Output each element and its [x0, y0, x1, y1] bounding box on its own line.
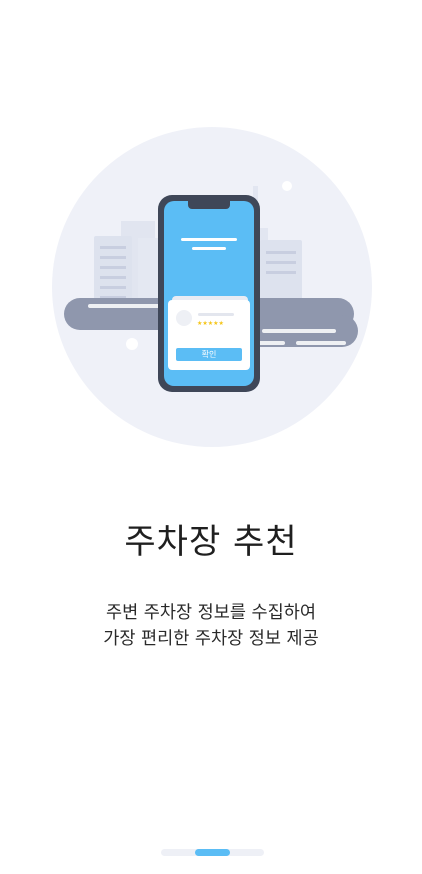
- decor-dot: [282, 181, 292, 191]
- page-title: 주차장 추천: [124, 522, 298, 562]
- page-description: 주변 주차장 정보를 수집하여 가장 편리한 주차장 정보 제공: [0, 600, 422, 652]
- rating-stars: ★★★★★: [197, 320, 224, 327]
- page-indicator: [161, 849, 264, 856]
- decor-dot: [126, 338, 138, 350]
- reviewer-avatar: [176, 310, 192, 326]
- confirm-button-label: 확인: [202, 349, 217, 359]
- description-line: 가장 편리한 주차장 정보 제공: [103, 629, 319, 649]
- description-line: 주변 주차장 정보를 수집하여: [106, 603, 316, 623]
- page-indicator-active: [195, 849, 230, 856]
- review-card: ★★★★★ 확인: [168, 296, 250, 370]
- onboarding-screen: ★★★★★ 확인 주차장 추천 주변 주차장 정보를 수집하여 가장 편리한 주…: [0, 0, 422, 874]
- parking-recommendation-illustration: ★★★★★ 확인: [52, 127, 372, 447]
